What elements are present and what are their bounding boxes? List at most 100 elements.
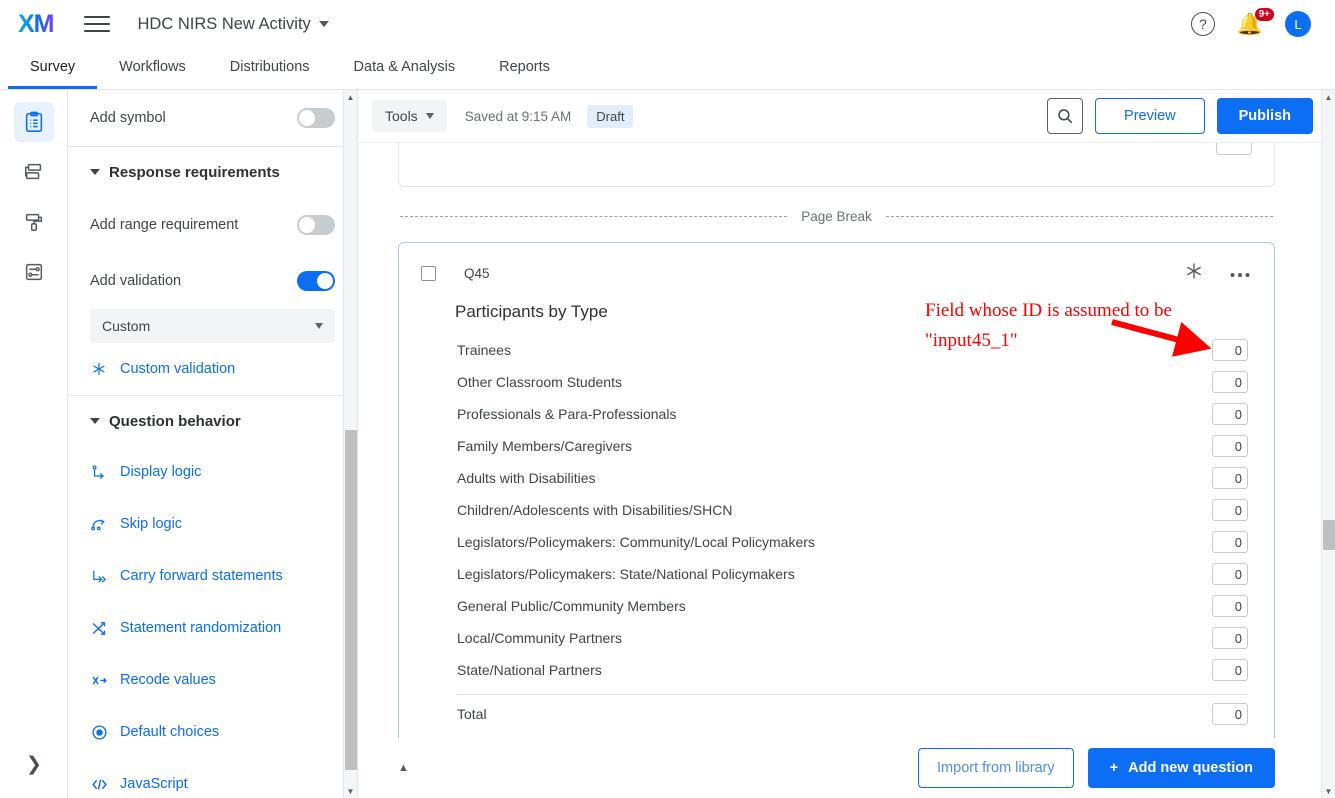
- behavior-item-carry-forward[interactable]: Carry forward statements: [90, 550, 335, 602]
- tools-dropdown[interactable]: Tools: [372, 100, 447, 132]
- hamburger-menu-icon[interactable]: [83, 16, 110, 32]
- row-label: Family Members/Caregivers: [457, 438, 633, 454]
- behavior-item-statement-randomization[interactable]: Statement randomization: [90, 602, 335, 654]
- question-behavior-title: Question behavior: [109, 412, 241, 430]
- row-input[interactable]: [1212, 371, 1248, 393]
- rail-item-survey-options[interactable]: [14, 252, 54, 292]
- code-icon: [90, 776, 108, 793]
- publish-button[interactable]: Publish: [1216, 98, 1313, 134]
- row-input[interactable]: [1212, 499, 1248, 521]
- preview-button[interactable]: Preview: [1095, 98, 1205, 134]
- row-label: General Public/Community Members: [457, 598, 686, 614]
- add-symbol-row: Add symbol: [90, 90, 335, 146]
- behavior-label: Recode values: [120, 672, 216, 688]
- page-scrollbar-thumb[interactable]: [1323, 520, 1335, 550]
- question-select-checkbox[interactable]: [421, 266, 436, 281]
- add-range-toggle[interactable]: [297, 215, 335, 235]
- behavior-item-recode-values[interactable]: Recode values: [90, 654, 335, 706]
- question-id: Q45: [464, 266, 490, 281]
- tab-workflows[interactable]: Workflows: [97, 48, 208, 89]
- project-title-label: HDC NIRS New Activity: [137, 14, 311, 33]
- behavior-item-default-choices[interactable]: Default choices: [90, 706, 335, 758]
- star-icon[interactable]: [1184, 261, 1204, 286]
- total-label: Total: [457, 706, 487, 722]
- plus-icon: +: [1109, 760, 1119, 776]
- row-input[interactable]: [1212, 659, 1248, 681]
- row-input[interactable]: [1212, 403, 1248, 425]
- project-title-dropdown[interactable]: HDC NIRS New Activity: [138, 15, 329, 34]
- rail-item-survey-builder[interactable]: [13, 102, 54, 142]
- scroll-up-arrow-icon[interactable]: ▲: [1322, 90, 1335, 104]
- behavior-label: Skip logic: [120, 516, 183, 532]
- row-input[interactable]: [1212, 435, 1248, 457]
- row-input[interactable]: [1212, 627, 1248, 649]
- add-new-question-button[interactable]: + Add new question: [1087, 748, 1275, 788]
- behavior-item-javascript[interactable]: JavaScript: [90, 758, 335, 798]
- behavior-item-display-logic[interactable]: Display logic: [90, 446, 335, 498]
- status-badge: Draft: [587, 104, 634, 128]
- help-icon[interactable]: ?: [1190, 12, 1215, 36]
- radio-filled-icon: [90, 724, 108, 741]
- row-input[interactable]: [1212, 595, 1248, 617]
- display-logic-icon: [90, 464, 108, 481]
- asterisk-icon: [90, 361, 108, 377]
- row-label: Local/Community Partners: [457, 630, 622, 646]
- table-row: Children/Adolescents with Disabilities/S…: [457, 494, 1248, 526]
- add-validation-toggle[interactable]: [297, 271, 335, 291]
- table-row: Legislators/Policymakers: Community/Loca…: [457, 526, 1248, 558]
- add-new-question-label: Add new question: [1128, 760, 1253, 776]
- editor-toolbar: Tools Saved at 9:15 AM Draft Preview Pub…: [358, 90, 1335, 143]
- chevron-down-icon: [90, 169, 100, 175]
- rail-item-survey-flow[interactable]: [14, 152, 54, 192]
- tab-data-analysis[interactable]: Data & Analysis: [332, 48, 478, 89]
- question-options-menu-icon[interactable]: [1230, 265, 1250, 283]
- custom-validation-row[interactable]: Custom validation: [90, 343, 335, 395]
- add-symbol-toggle[interactable]: [297, 108, 335, 128]
- scroll-down-arrow-icon[interactable]: ▼: [344, 784, 357, 798]
- previous-question-card[interactable]: [398, 143, 1275, 187]
- participants-grid: Trainees Other Classroom Students Profes…: [457, 334, 1248, 733]
- top-bar: XM HDC NIRS New Activity ? 🔔 9+ L: [0, 0, 1335, 48]
- question-header: Q45: [421, 261, 1250, 286]
- tab-reports[interactable]: Reports: [477, 48, 572, 89]
- behavior-item-skip-logic[interactable]: Skip logic: [90, 498, 335, 550]
- expand-panel-button[interactable]: ❯: [0, 753, 68, 776]
- behavior-label: Statement randomization: [120, 620, 282, 636]
- panel-scrollbar[interactable]: ▲ ▼: [343, 90, 357, 798]
- question-title[interactable]: Participants by Type: [455, 302, 1250, 322]
- import-from-library-button[interactable]: Import from library: [918, 748, 1074, 788]
- validation-type-select[interactable]: Custom: [90, 309, 335, 343]
- avatar[interactable]: L: [1285, 11, 1311, 37]
- row-input[interactable]: [1212, 563, 1248, 585]
- add-symbol-label: Add symbol: [90, 110, 166, 126]
- scroll-up-arrow-icon[interactable]: ▲: [344, 90, 357, 104]
- row-label: Children/Adolescents with Disabilities/S…: [457, 502, 733, 518]
- page-break-line-left: [400, 216, 788, 217]
- recode-icon: [90, 672, 108, 689]
- row-label: Legislators/Policymakers: State/National…: [457, 566, 795, 582]
- scroll-down-arrow-icon[interactable]: ▼: [1322, 784, 1335, 798]
- page-break-line-right: [885, 216, 1274, 217]
- row-input[interactable]: [1212, 467, 1248, 489]
- notifications-button[interactable]: 🔔 9+: [1237, 7, 1274, 35]
- panel-scrollbar-thumb[interactable]: [345, 430, 357, 770]
- tab-survey[interactable]: Survey: [8, 48, 98, 89]
- saved-status: Saved at 9:15 AM: [464, 108, 572, 124]
- tab-distributions[interactable]: Distributions: [208, 48, 332, 89]
- response-requirements-header[interactable]: Response requirements: [90, 147, 335, 197]
- table-row: Other Classroom Students: [457, 366, 1248, 398]
- page-scrollbar[interactable]: ▲ ▼: [1321, 90, 1335, 798]
- chevron-down-icon: [315, 323, 323, 329]
- previous-question-input[interactable]: [1216, 143, 1252, 155]
- rail-item-look-and-feel[interactable]: [14, 202, 54, 242]
- add-range-label: Add range requirement: [90, 217, 239, 233]
- question-behavior-header[interactable]: Question behavior: [90, 396, 335, 446]
- collapse-up-icon[interactable]: ▲: [398, 762, 409, 774]
- editor-footer: ▲ Import from library + Add new question: [358, 738, 1335, 798]
- behavior-label: Display logic: [120, 464, 202, 480]
- row-input[interactable]: [1212, 531, 1248, 553]
- question-card-q45[interactable]: Q45 Participants by Type Trainees 0 Othe…: [398, 242, 1275, 738]
- row-input-trainees[interactable]: [1212, 339, 1248, 361]
- search-icon[interactable]: [1047, 98, 1084, 134]
- xm-logo[interactable]: XM: [18, 11, 54, 37]
